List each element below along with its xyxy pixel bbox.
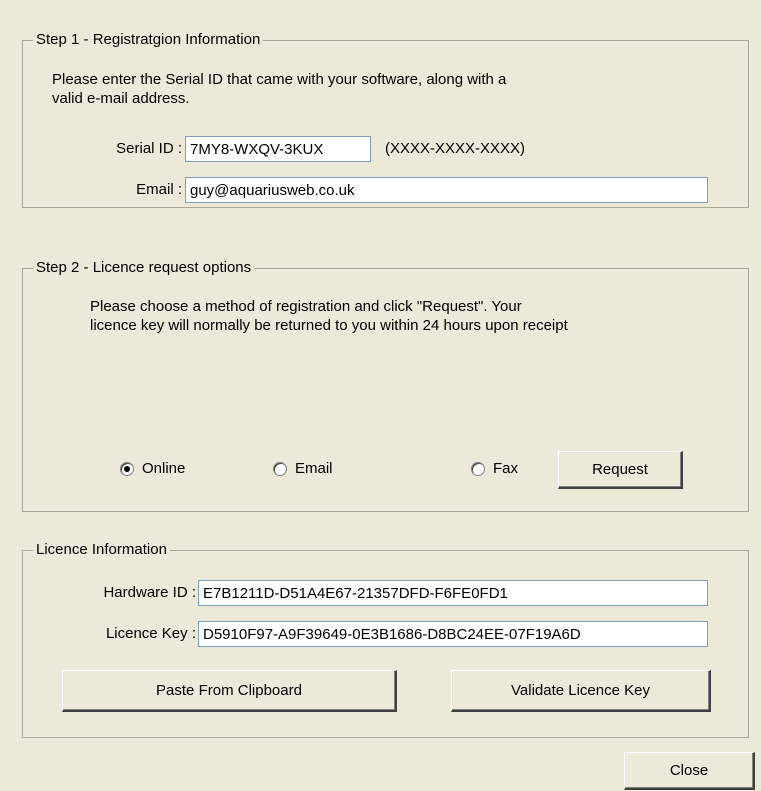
hardware-id-input[interactable] — [198, 580, 708, 606]
validate-licence-key-button[interactable]: Validate Licence Key — [451, 670, 711, 712]
email-label: Email : — [136, 181, 182, 198]
step1-instructions-line1: Please enter the Serial ID that came wit… — [52, 71, 507, 88]
request-button[interactable]: Request — [558, 451, 683, 489]
radio-online-label: Online — [142, 460, 186, 477]
radio-fax[interactable]: Fax — [471, 460, 518, 477]
radio-online[interactable]: Online — [120, 460, 185, 477]
close-button[interactable]: Close — [624, 752, 755, 790]
licence-key-input[interactable] — [198, 621, 708, 647]
step2-instructions-line2: licence key will normally be returned to… — [90, 317, 568, 334]
serial-format-hint: (XXXX-XXXX-XXXX) — [385, 140, 526, 157]
licence-key-label: Licence Key : — [105, 625, 196, 642]
radio-fax-label: Fax — [493, 460, 519, 477]
radio-fax-indicator[interactable] — [471, 461, 485, 476]
serial-id-label: Serial ID : — [116, 140, 182, 157]
step2-title: Step 2 - Licence request options — [33, 259, 255, 277]
licence-title: Licence Information — [33, 541, 170, 559]
radio-online-indicator[interactable] — [120, 461, 134, 476]
paste-from-clipboard-button[interactable]: Paste From Clipboard — [62, 670, 397, 712]
serial-id-input[interactable] — [185, 136, 371, 162]
radio-email-indicator[interactable] — [273, 461, 287, 476]
step2-instructions-line1: Please choose a method of registration a… — [90, 298, 522, 315]
step1-title: Step 1 - Registratgion Information — [33, 31, 264, 49]
email-field[interactable] — [185, 177, 708, 203]
hardware-id-label: Hardware ID : — [103, 584, 196, 601]
radio-email[interactable]: Email — [273, 460, 333, 477]
step1-instructions-line2: valid e-mail address. — [52, 90, 190, 107]
radio-email-label: Email — [295, 460, 333, 477]
